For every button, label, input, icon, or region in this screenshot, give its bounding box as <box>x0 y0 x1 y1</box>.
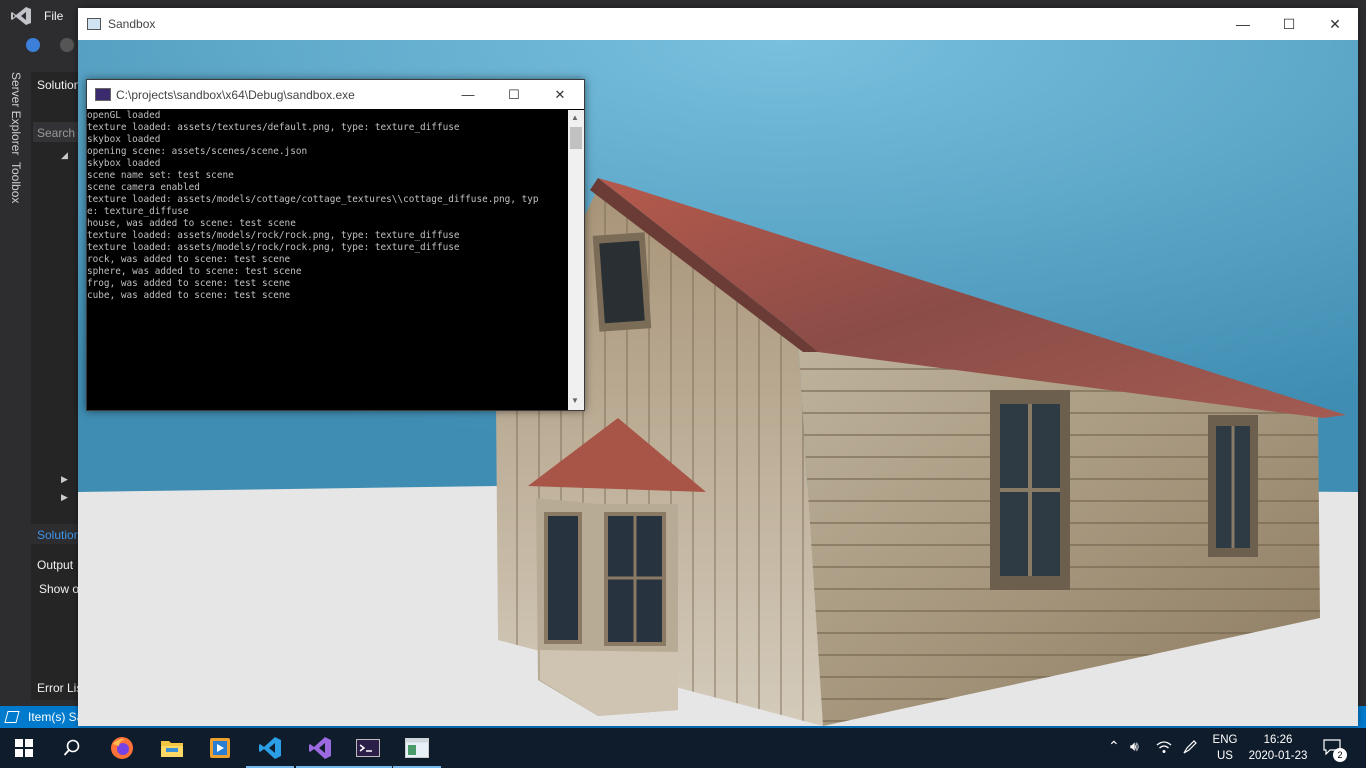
console-line: cube, was added to scene: test scene <box>87 290 291 301</box>
taskbar-file-explorer[interactable] <box>148 728 196 768</box>
scroll-up-icon[interactable]: ▲ <box>571 113 579 122</box>
sandbox-window-icon <box>405 738 429 758</box>
console-line: texture loaded: assets/models/cottage/co… <box>87 194 539 205</box>
solution-search-input[interactable]: Search S <box>33 122 86 142</box>
expand-triangle-icon[interactable]: ▶ <box>61 474 68 485</box>
taskbar-vs-code[interactable] <box>246 728 294 768</box>
minimize-button[interactable]: — <box>1220 8 1266 40</box>
scrollbar-thumb[interactable] <box>570 127 582 149</box>
vscode-icon <box>259 737 281 759</box>
close-button[interactable]: ✕ <box>1312 8 1358 40</box>
sandbox-window-icon <box>87 18 101 30</box>
notification-count-badge: 2 <box>1333 748 1347 762</box>
clock-date: 2020-01-23 <box>1248 750 1308 762</box>
navigate-forward-icon[interactable] <box>60 38 74 52</box>
volume-icon[interactable]: 🔊︎ <box>1130 738 1139 755</box>
console-line: openGL loaded <box>87 110 161 121</box>
solution-tab-label: Solution <box>37 528 81 542</box>
taskbar-visual-studio[interactable] <box>296 728 344 768</box>
taskbar-firefox[interactable] <box>98 728 146 768</box>
collapse-triangle-icon[interactable]: ◢ <box>61 150 68 161</box>
console-line: scene camera enabled <box>87 182 200 193</box>
start-button[interactable] <box>0 728 48 768</box>
keyboard-layout: US <box>1217 750 1233 762</box>
console-line: frog, was added to scene: test scene <box>87 278 291 289</box>
input-language-indicator[interactable]: ENG US <box>1210 732 1240 764</box>
status-text: Item(s) Sa <box>28 710 84 724</box>
windows-logo-icon <box>15 739 33 757</box>
solution-explorer-pane: Solution Search S ◢ ▶ ▶ Solution Output … <box>31 72 86 700</box>
folder-icon <box>161 741 183 757</box>
language-code: ENG <box>1212 734 1238 746</box>
console-line: texture loaded: assets/models/rock/rock.… <box>87 242 460 253</box>
console-line: opening scene: assets/scenes/scene.json <box>87 146 308 157</box>
console-output[interactable]: openGL loaded texture loaded: assets/text… <box>87 110 567 410</box>
console-line: scene name set: test scene <box>87 170 234 181</box>
close-button[interactable]: ✕ <box>537 80 583 109</box>
maximize-button[interactable]: ☐ <box>491 80 537 109</box>
scroll-down-icon[interactable]: ▼ <box>571 396 579 405</box>
output-pane-title: Output <box>37 558 74 572</box>
show-hidden-icons-chevron-up-icon[interactable]: ⌃ <box>1108 738 1120 755</box>
media-player-icon <box>210 738 230 758</box>
solution-explorer-title: Solution <box>37 78 81 92</box>
taskbar-sandbox[interactable] <box>393 728 441 768</box>
tab-server-explorer[interactable]: Server Explorer <box>9 72 23 155</box>
sandbox-title: Sandbox <box>108 17 156 31</box>
console-line: texture loaded: assets/models/rock/rock.… <box>87 230 460 241</box>
expand-triangle-icon[interactable]: ▶ <box>61 492 68 503</box>
visual-studio-logo-icon <box>11 7 31 25</box>
console-window: C:\projects\sandbox\x64\Debug\sandbox.ex… <box>86 79 585 411</box>
side-tab-strip: Server Explorer Toolbox <box>0 60 30 700</box>
navigate-back-icon[interactable] <box>26 38 40 52</box>
minimize-button[interactable]: — <box>445 80 491 109</box>
taskbar-media-player[interactable] <box>196 728 244 768</box>
maximize-button[interactable]: ☐ <box>1266 8 1312 40</box>
console-title: C:\projects\sandbox\x64\Debug\sandbox.ex… <box>116 88 355 102</box>
taskbar-console[interactable] <box>344 728 392 768</box>
menu-file[interactable]: File <box>44 9 63 23</box>
tab-solution-explorer[interactable]: Solution <box>31 524 81 544</box>
wifi-icon[interactable] <box>1156 740 1172 754</box>
console-line: e: texture_diffuse <box>87 206 189 217</box>
console-line: skybox loaded <box>87 158 161 169</box>
status-icon <box>4 711 20 723</box>
visual-studio-icon <box>309 737 331 759</box>
console-icon <box>356 739 380 757</box>
tab-error-list[interactable]: Error Lis <box>37 681 82 695</box>
tab-toolbox[interactable]: Toolbox <box>9 162 23 203</box>
pen-ink-icon[interactable] <box>1182 739 1198 755</box>
clock-time: 16:26 <box>1263 734 1293 746</box>
console-scrollbar[interactable]: ▲ ▼ <box>568 110 584 410</box>
console-line: rock, was added to scene: test scene <box>87 254 291 265</box>
search-button[interactable] <box>48 728 96 768</box>
system-clock[interactable]: 16:26 2020-01-23 <box>1248 732 1308 764</box>
console-line: sphere, was added to scene: test scene <box>87 266 302 277</box>
search-icon <box>63 739 80 756</box>
taskbar: ⌃ 🔊︎ ENG US 16:26 2020-01-23 2 <box>0 728 1366 768</box>
sandbox-title-bar[interactable]: Sandbox — ☐ ✕ <box>78 8 1358 40</box>
firefox-icon <box>111 737 133 759</box>
console-line: house, was added to scene: test scene <box>87 218 296 229</box>
console-title-bar[interactable]: C:\projects\sandbox\x64\Debug\sandbox.ex… <box>87 80 584 109</box>
console-icon <box>95 88 111 101</box>
console-line: skybox loaded <box>87 134 161 145</box>
output-show-from-label: Show o <box>39 582 80 596</box>
console-line: texture loaded: assets/textures/default.… <box>87 122 460 133</box>
